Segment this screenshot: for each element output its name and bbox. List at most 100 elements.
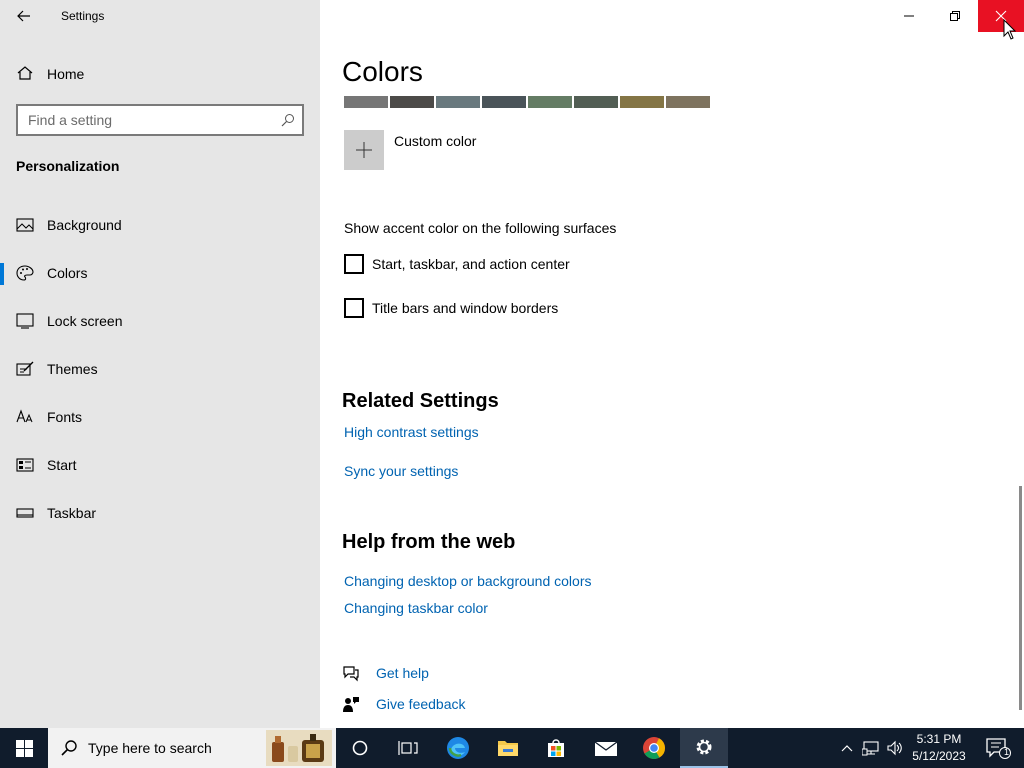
page-title: Colors <box>342 56 423 87</box>
changing-taskbar-link[interactable]: Changing taskbar color <box>344 600 488 616</box>
back-button[interactable] <box>8 0 40 32</box>
color-swatch[interactable] <box>574 96 618 108</box>
checkbox-label: Title bars and window borders <box>372 300 559 316</box>
windows-logo-icon <box>15 739 33 757</box>
picture-icon <box>16 218 34 232</box>
app-title: Settings <box>61 9 105 23</box>
give-feedback-link[interactable]: Give feedback <box>376 696 466 712</box>
sidebar-item-label: Start <box>47 457 77 473</box>
feedback-icon <box>343 697 359 712</box>
close-button[interactable] <box>978 0 1024 32</box>
home-nav-item[interactable]: Home <box>0 56 320 90</box>
sidebar-item-label: Background <box>47 217 122 233</box>
search-icon <box>61 740 77 756</box>
checkbox-box[interactable] <box>344 298 364 318</box>
sidebar-item-taskbar[interactable]: Taskbar <box>0 493 320 533</box>
folder-icon <box>498 741 518 756</box>
restore-icon <box>950 11 960 21</box>
sync-settings-link[interactable]: Sync your settings <box>344 463 458 479</box>
search-icon[interactable] <box>281 113 295 127</box>
sidebar-item-start[interactable]: Start <box>0 445 320 485</box>
sidebar: Settings Home Personalization Background… <box>0 0 320 728</box>
color-swatch[interactable] <box>482 96 526 108</box>
sidebar-item-colors[interactable]: Colors <box>0 253 320 293</box>
volume-button[interactable] <box>884 728 906 768</box>
high-contrast-link[interactable]: High contrast settings <box>344 424 479 440</box>
mail-button[interactable] <box>582 728 630 768</box>
sidebar-item-label: Fonts <box>47 409 83 425</box>
checkbox-title-bars[interactable]: Title bars and window borders <box>344 298 558 318</box>
taskbar: Type here to search 5:31 PM 5/12/2023 1 <box>0 728 1024 768</box>
taskbar-icon <box>16 508 34 518</box>
start-button[interactable] <box>0 728 48 768</box>
checkbox-start-taskbar[interactable]: Start, taskbar, and action center <box>344 254 570 274</box>
notification-count: 1 <box>1004 747 1010 757</box>
action-center-button[interactable]: 1 <box>978 728 1018 768</box>
settings-taskbar-button[interactable] <box>680 728 728 768</box>
color-swatch[interactable] <box>666 96 710 108</box>
section-title: Personalization <box>16 158 120 174</box>
sidebar-item-fonts[interactable]: Fonts <box>0 397 320 437</box>
sidebar-item-label: Lock screen <box>47 313 123 329</box>
cortana-button[interactable] <box>336 728 384 768</box>
sidebar-item-label: Themes <box>47 361 98 377</box>
checkbox-box[interactable] <box>344 254 364 274</box>
color-swatch[interactable] <box>436 96 480 108</box>
color-swatch[interactable] <box>620 96 664 108</box>
active-indicator <box>0 263 4 285</box>
sidebar-item-background[interactable]: Background <box>0 205 320 245</box>
chrome-icon <box>643 737 665 759</box>
color-swatches <box>344 96 710 108</box>
related-settings-title: Related Settings <box>342 390 499 412</box>
edge-button[interactable] <box>434 728 482 768</box>
sidebar-item-themes[interactable]: Themes <box>0 349 320 389</box>
themes-icon <box>16 361 34 376</box>
show-hidden-icons-button[interactable] <box>838 728 856 768</box>
plus-icon <box>356 142 372 158</box>
home-icon <box>17 66 33 80</box>
color-swatch[interactable] <box>528 96 572 108</box>
color-swatch[interactable] <box>390 96 434 108</box>
edge-icon <box>447 737 469 759</box>
custom-color-button[interactable]: Custom color <box>344 130 476 170</box>
plus-box <box>344 130 384 170</box>
fonts-icon <box>16 409 33 423</box>
file-explorer-button[interactable] <box>484 728 532 768</box>
clock-time: 5:31 PM <box>916 732 962 746</box>
network-button[interactable] <box>860 728 882 768</box>
gear-icon <box>696 739 712 755</box>
custom-color-label: Custom color <box>394 133 477 149</box>
checkbox-label: Start, taskbar, and action center <box>372 256 570 272</box>
sidebar-item-label: Taskbar <box>47 505 97 521</box>
color-swatch[interactable] <box>344 96 388 108</box>
minimize-icon <box>904 15 914 17</box>
get-help-icon <box>343 666 359 682</box>
clock[interactable]: 5:31 PM 5/12/2023 <box>908 731 970 765</box>
find-setting-input[interactable] <box>18 106 268 134</box>
search-highlight-bottles-icon <box>266 730 332 766</box>
titlebar-left: Settings <box>0 0 320 32</box>
get-help-row[interactable]: Get help <box>342 664 429 682</box>
give-feedback-row[interactable]: Give feedback <box>342 695 466 713</box>
store-icon <box>548 739 564 757</box>
taskbar-search-box[interactable]: Type here to search <box>48 728 336 768</box>
surfaces-title: Show accent color on the following surfa… <box>344 220 617 236</box>
minimize-button[interactable] <box>886 0 932 32</box>
network-icon <box>862 741 879 756</box>
sidebar-item-lock-screen[interactable]: Lock screen <box>0 301 320 341</box>
scrollbar[interactable] <box>1019 486 1022 710</box>
chevron-up-icon <box>841 745 853 752</box>
back-arrow-icon <box>17 10 30 22</box>
get-help-link[interactable]: Get help <box>376 665 429 681</box>
sidebar-item-label: Colors <box>47 265 88 281</box>
restore-button[interactable] <box>932 0 978 32</box>
changing-background-link[interactable]: Changing desktop or background colors <box>344 573 592 589</box>
mail-icon <box>594 741 618 756</box>
chrome-button[interactable] <box>630 728 678 768</box>
help-web-title: Help from the web <box>342 531 516 553</box>
palette-icon <box>16 265 34 281</box>
home-label: Home <box>47 66 85 82</box>
task-view-button[interactable] <box>384 728 432 768</box>
lock-screen-icon <box>16 313 34 329</box>
store-button[interactable] <box>532 728 580 768</box>
